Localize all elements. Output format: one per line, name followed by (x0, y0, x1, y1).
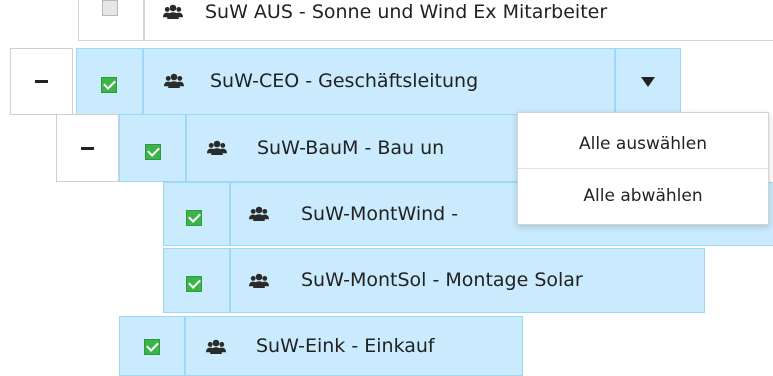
tree-row-checkbox-cell[interactable] (163, 248, 230, 313)
tree-row[interactable]: SuW AUS - Sonne und Wind Ex Mitarbeiter (144, 0, 773, 41)
checkbox[interactable] (144, 339, 160, 355)
menu-item-deselect-all[interactable]: Alle abwählen (518, 186, 768, 206)
dropdown-menu: Alle auswählen Alle abwählen (517, 112, 769, 225)
tree-row-label: SuW-MontSol - Montage Solar (301, 269, 583, 291)
checkbox[interactable] (145, 144, 161, 160)
caret-down-icon (641, 76, 655, 87)
menu-item-select-all[interactable]: Alle auswählen (518, 134, 768, 154)
tree-row-label: SuW-BauM - Bau un (257, 137, 445, 159)
tree-row[interactable]: SuW-BauM - Bau un (186, 114, 526, 182)
checkbox[interactable] (101, 77, 117, 93)
collapse-button[interactable] (56, 114, 119, 182)
tree-row-checkbox-cell[interactable] (119, 114, 186, 182)
checkbox[interactable] (186, 210, 202, 226)
menu-divider (518, 168, 768, 169)
tree-row[interactable]: SuW-Eink - Einkauf (185, 316, 523, 376)
users-group-icon (249, 206, 269, 222)
tree-row-checkbox-cell[interactable] (119, 316, 185, 376)
users-group-icon (163, 4, 183, 20)
tree-row-label: SuW AUS - Sonne und Wind Ex Mitarbeiter (205, 1, 608, 23)
tree-row[interactable]: SuW-CEO - Geschäftsleitung (143, 48, 615, 115)
tree-row-checkbox-cell[interactable] (78, 0, 144, 41)
tree-row[interactable]: SuW-MontSol - Montage Solar (230, 248, 705, 313)
tree-row-label: SuW-MontWind - (301, 203, 459, 225)
tree-row-label: SuW-Eink - Einkauf (256, 335, 435, 357)
tree-row-label: SuW-CEO - Geschäftsleitung (210, 70, 479, 92)
users-group-icon (207, 140, 227, 156)
users-group-icon (206, 339, 226, 355)
minus-icon (35, 80, 48, 83)
checkbox[interactable] (186, 276, 202, 292)
collapse-button[interactable] (10, 48, 73, 115)
tree-row-checkbox-cell[interactable] (76, 48, 143, 115)
checkbox[interactable] (102, 0, 118, 16)
users-group-icon (249, 273, 269, 289)
tree-row-checkbox-cell[interactable] (163, 182, 230, 246)
minus-icon (81, 146, 94, 150)
users-group-icon (164, 73, 184, 89)
dropdown-toggle-button[interactable] (615, 48, 681, 115)
